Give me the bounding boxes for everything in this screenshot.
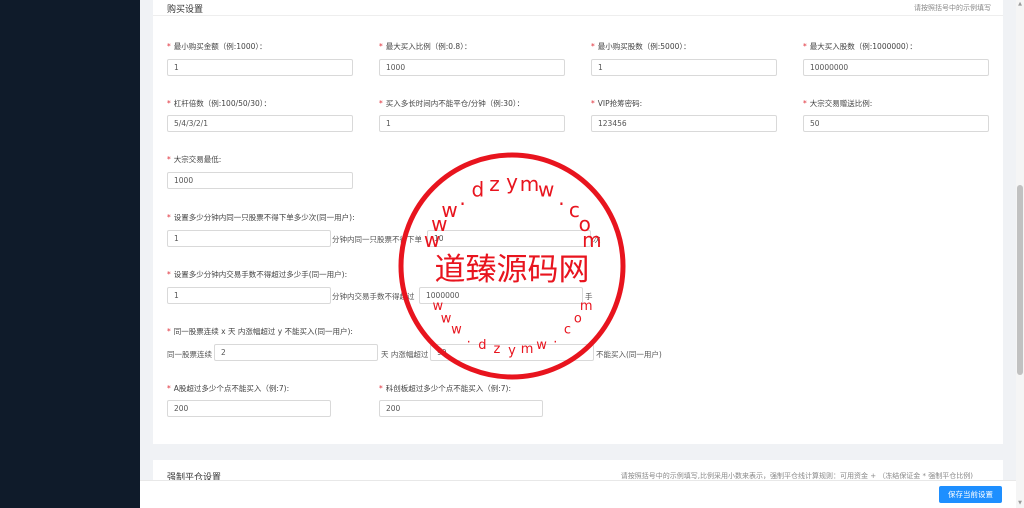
a-share-points-label: * A股超过多少个点不能买入（例:7): [167, 384, 290, 393]
vip-password-input[interactable] [591, 115, 777, 132]
max-buy-ratio-label: * 最大买入比例（例:0.8）： [379, 42, 472, 51]
max-buy-shares-input[interactable] [803, 59, 989, 76]
fee-limit-minutes-input[interactable] [167, 287, 331, 304]
fee-limit-suffix: 手 [585, 292, 593, 301]
order-limit-label: * 设置多少分钟内同一只股票不得下单多少次(同一用户): [167, 213, 355, 222]
no-close-minutes-label: * 买入多长时间内不能平仓/分钟（例:30）： [379, 99, 525, 108]
order-limit-mid-text: 分钟内同一只股票不得下单 [332, 235, 422, 244]
a-share-points-input[interactable] [167, 400, 331, 417]
section-title: 购买设置 [167, 5, 204, 15]
consecutive-limit-label: * 同一股票连续 x 天 内涨幅超过 y 不能买入(同一用户): [167, 327, 353, 336]
star-points-input[interactable] [379, 400, 543, 417]
min-buy-amount-input[interactable] [167, 59, 353, 76]
fee-limit-label: * 设置多少分钟内交易手数不得超过多少手(同一用户): [167, 270, 348, 279]
save-settings-button[interactable]: 保存当前设置 [939, 486, 1002, 503]
scroll-down-arrow-icon[interactable]: ▼ [1017, 500, 1023, 506]
purchase-settings-card: 购买设置 请按照括号中的示例填写 *最小购买金额（例:1000）： *最大买入比… [153, 0, 1003, 444]
main-content: 购买设置 请按照括号中的示例填写 *最小购买金额（例:1000）： *最大买入比… [140, 0, 1016, 508]
order-limit-count-input[interactable] [427, 230, 591, 247]
section-hint: 请按照括号中的示例填写 [914, 4, 991, 12]
sidebar [0, 0, 140, 508]
card-header: 购买设置 请按照括号中的示例填写 [153, 0, 1003, 16]
min-buy-shares-input[interactable] [591, 59, 777, 76]
fee-limit-mid-text: 分钟内交易手数不得超过 [332, 292, 415, 301]
page-scrollbar[interactable]: ▲ ▼ [1016, 0, 1024, 508]
min-buy-shares-label: * 最小购买股数（例:5000）： [591, 42, 691, 51]
no-close-minutes-input[interactable] [379, 115, 565, 132]
consecutive-limit-days-input[interactable] [214, 344, 378, 361]
consecutive-limit-mid-text: 天 内涨幅超过 [381, 350, 429, 359]
max-buy-shares-label: * 最大买入股数（例:1000000）： [803, 42, 917, 51]
footer-bar: 保存当前设置 [140, 480, 1016, 508]
leverage-input[interactable] [167, 115, 353, 132]
order-limit-minutes-input[interactable] [167, 230, 331, 247]
scroll-thumb[interactable] [1017, 185, 1023, 375]
vip-password-label: * VIP抢筹密码: [591, 99, 643, 108]
max-buy-ratio-input[interactable] [379, 59, 565, 76]
block-trade-ratio-input[interactable] [803, 115, 989, 132]
block-trade-ratio-label: * 大宗交易赠送比例: [803, 99, 873, 108]
consecutive-limit-percent-input[interactable] [430, 344, 594, 361]
consecutive-limit-prefix: 同一股票连续 [167, 350, 212, 359]
star-points-label: * 科创板超过多少个点不能买入（例:7): [379, 384, 512, 393]
min-buy-amount-label: * 最小购买金额（例:1000）： [167, 42, 267, 51]
fee-limit-count-input[interactable] [419, 287, 583, 304]
consecutive-limit-suffix: 不能买入(同一用户) [596, 350, 662, 359]
order-limit-suffix: 次 [593, 235, 601, 244]
block-trade-min-input[interactable] [167, 172, 353, 189]
block-trade-min-label: * 大宗交易最低: [167, 155, 222, 164]
leverage-label: * 杠杆倍数（例:100/50/30）： [167, 99, 271, 108]
scroll-up-arrow-icon[interactable]: ▲ [1017, 1, 1023, 7]
